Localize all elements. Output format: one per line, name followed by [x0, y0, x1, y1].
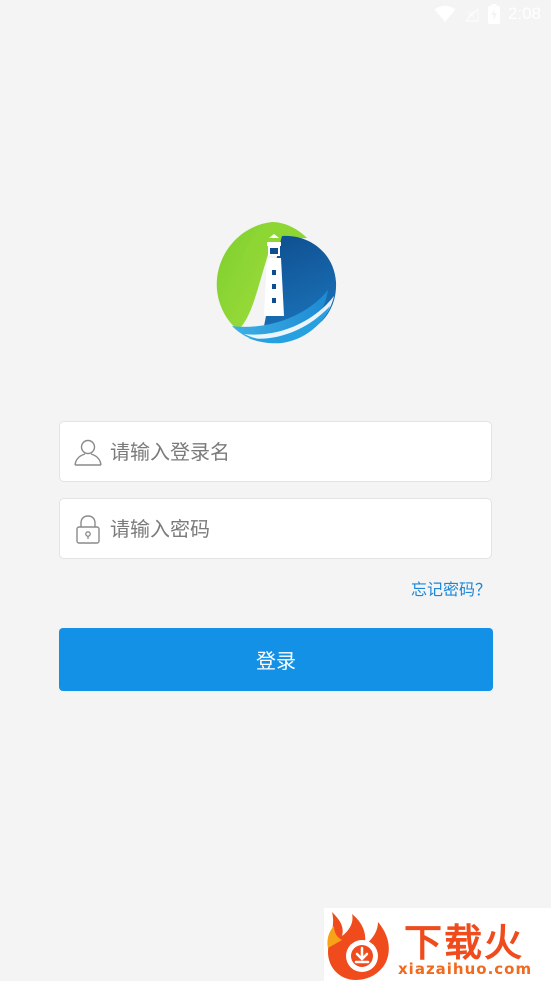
- status-bar: 2:08: [0, 0, 551, 32]
- password-field[interactable]: [59, 498, 492, 559]
- watermark-url: xiazaihuo.com: [398, 960, 533, 978]
- watermark-brand: 下载火: [404, 921, 525, 965]
- forgot-password-link[interactable]: 忘记密码？: [411, 576, 491, 600]
- lock-icon: [76, 515, 100, 544]
- wifi-icon: [434, 5, 456, 22]
- lighthouse-logo: [216, 222, 337, 344]
- username-field[interactable]: [59, 421, 492, 482]
- password-input[interactable]: [110, 499, 481, 558]
- user-icon: [74, 439, 102, 466]
- battery-charging-icon: [487, 4, 500, 24]
- no-signal-icon: [464, 7, 479, 22]
- flame-logo-icon: [327, 912, 389, 980]
- status-indicators: 2:08: [434, 4, 541, 24]
- status-time: 2:08: [507, 4, 541, 23]
- login-button[interactable]: 登录: [59, 628, 493, 691]
- watermark: 下载火 xiazaihuo.com: [324, 908, 551, 981]
- username-input[interactable]: [110, 422, 481, 481]
